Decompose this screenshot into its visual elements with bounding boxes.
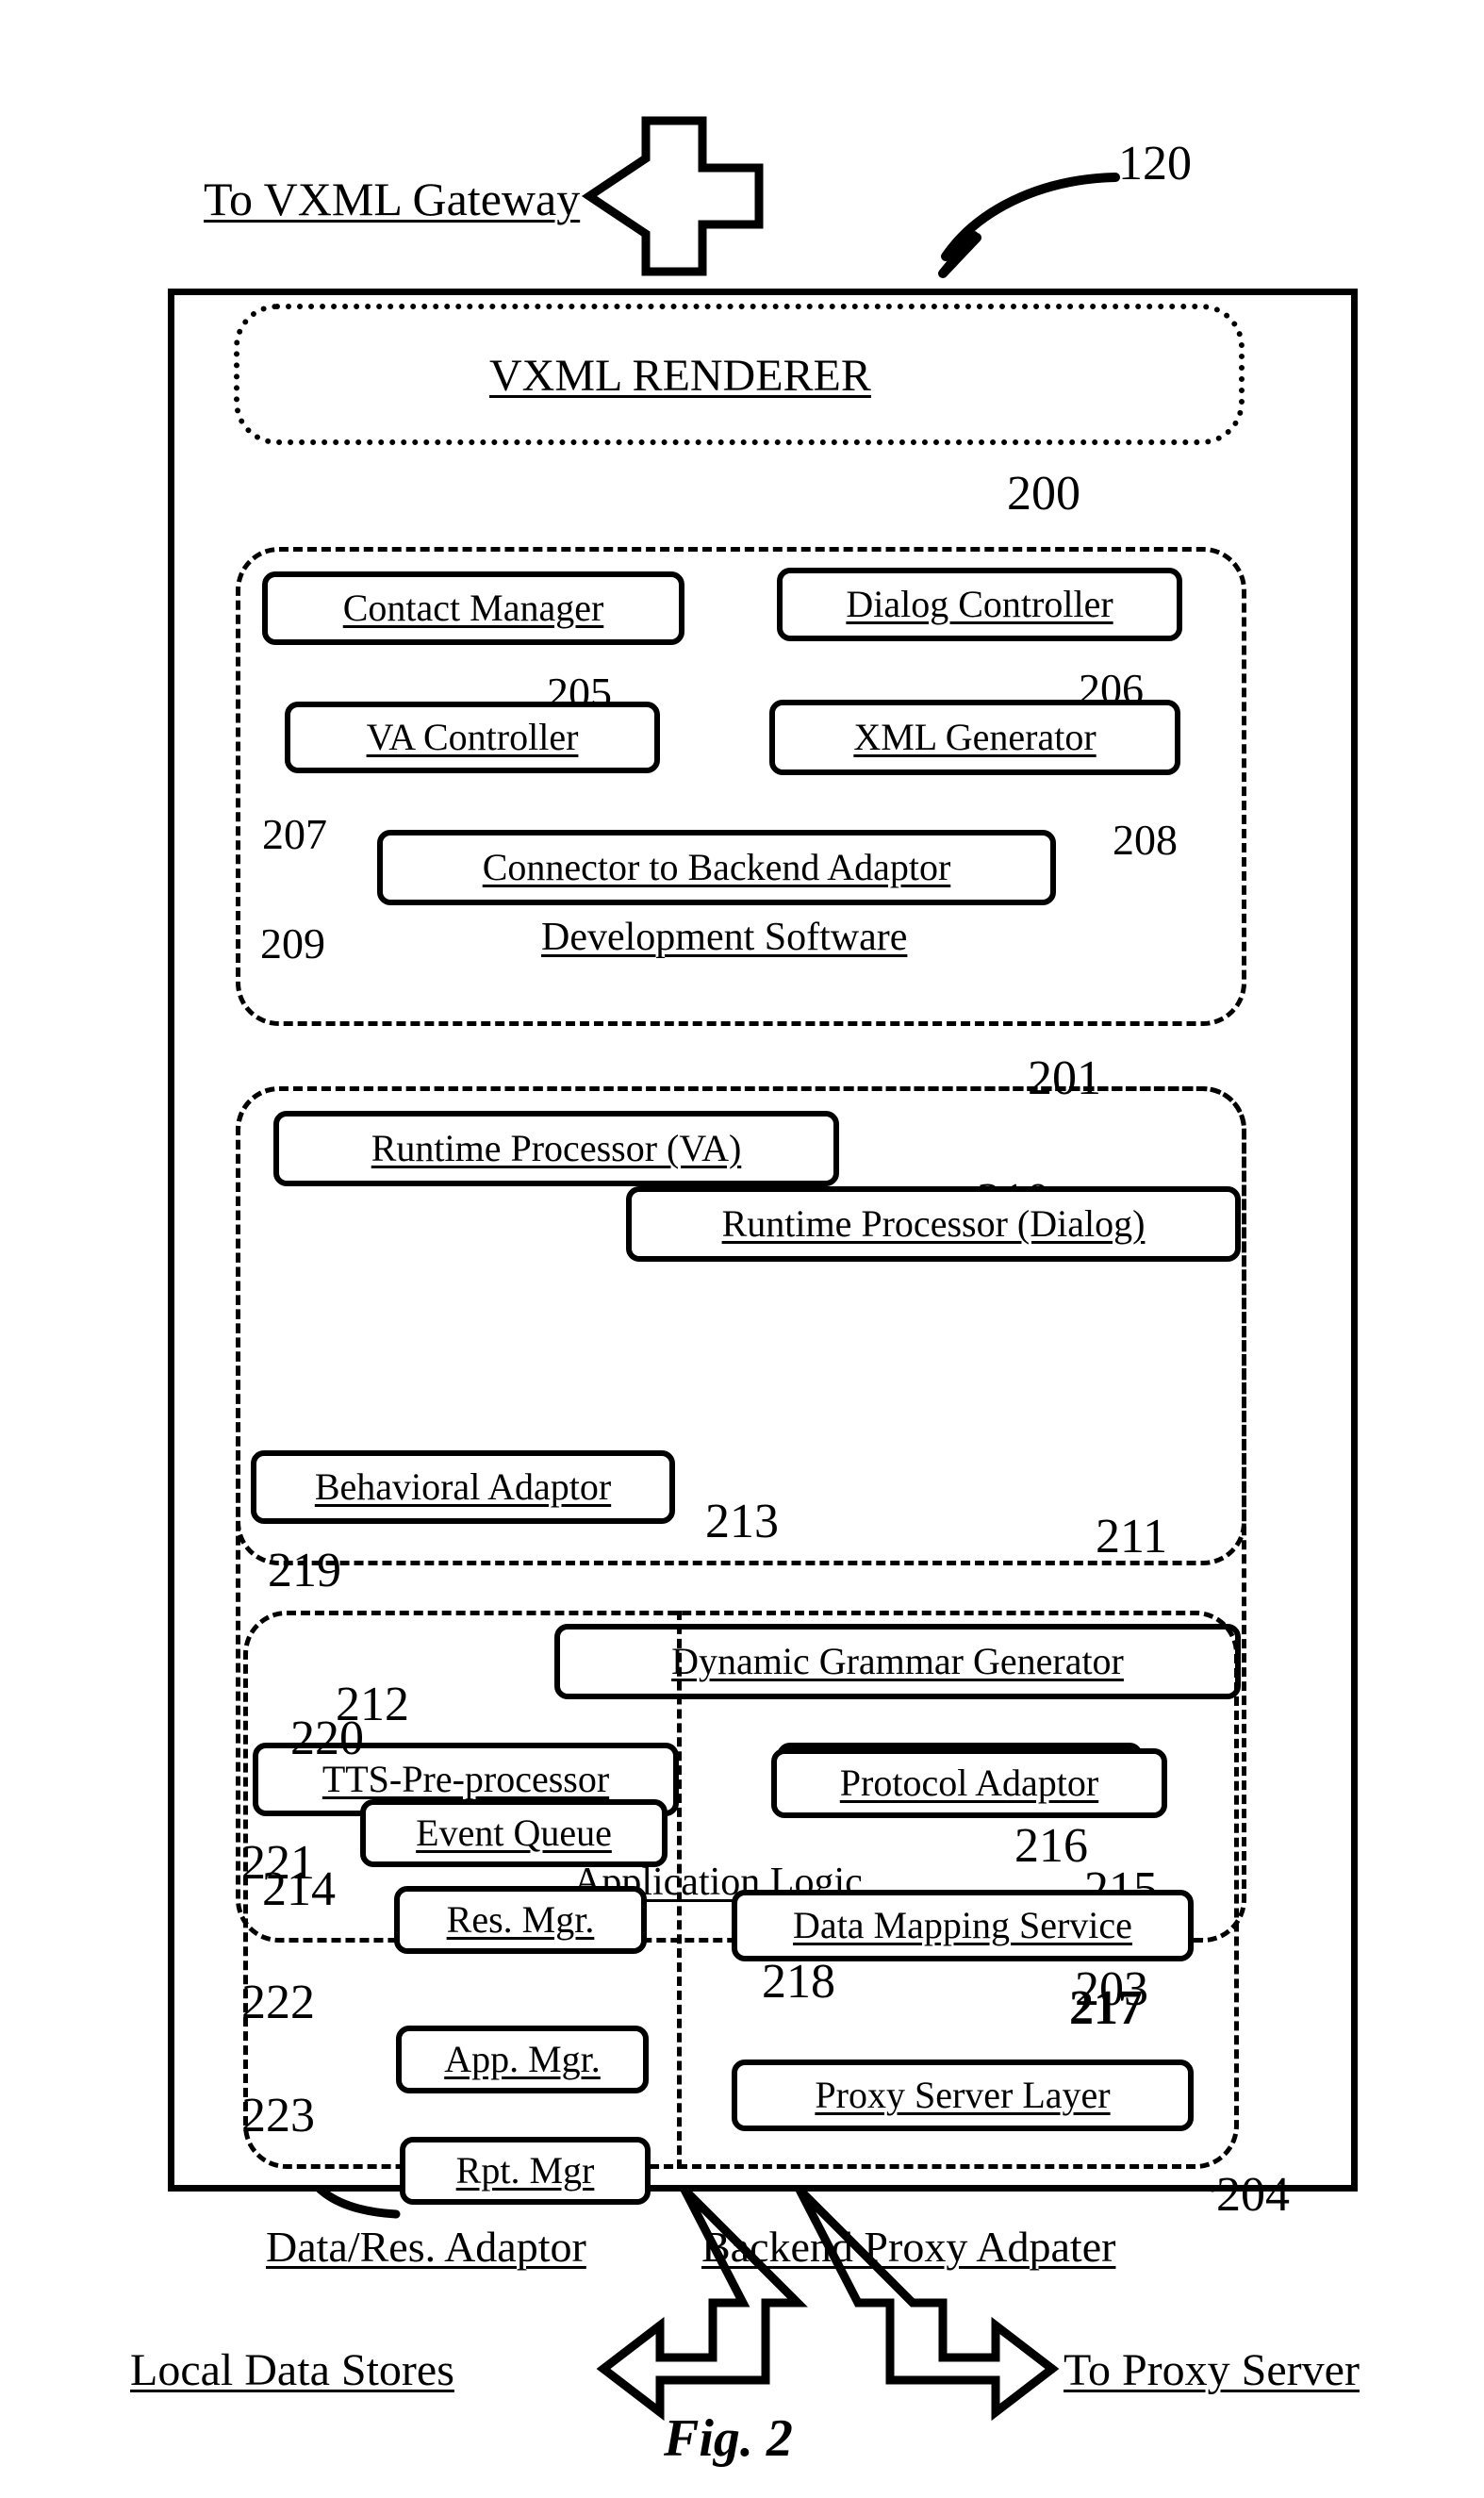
box-contact-manager-label: Contact Manager: [342, 587, 604, 629]
boundary-label-local-data-stores: Local Data Stores: [130, 2345, 454, 2395]
box-rpt-mgr[interactable]: Rpt. Mgr: [400, 2137, 651, 2205]
ref-216: 216: [1014, 1819, 1088, 1873]
box-xml-generator-label: XML Generator: [853, 716, 1097, 758]
box-data-mapping-service[interactable]: Data Mapping Service: [732, 1890, 1194, 1961]
ref-223: 223: [241, 2089, 315, 2142]
box-runtime-processor-dialog-label: Runtime Processor (Dialog): [721, 1202, 1146, 1245]
ref-209: 209: [260, 919, 325, 968]
box-runtime-processor-dialog[interactable]: Runtime Processor (Dialog): [626, 1186, 1241, 1262]
box-app-mgr-label: App. Mgr.: [444, 2038, 601, 2080]
box-runtime-processor-va[interactable]: Runtime Processor (VA): [273, 1111, 839, 1186]
section-title-development-software: Development Software: [541, 916, 908, 959]
arrow-to-vxml-gateway: [581, 116, 764, 276]
ref-208: 208: [1113, 816, 1178, 864]
box-proxy-server-layer[interactable]: Proxy Server Layer: [732, 2060, 1194, 2131]
box-rpt-mgr-label: Rpt. Mgr: [455, 2149, 595, 2192]
box-behavioral-adaptor-label: Behavioral Adaptor: [314, 1465, 612, 1508]
box-protocol-adaptor[interactable]: Protocol Adaptor: [771, 1748, 1167, 1818]
box-xml-generator[interactable]: XML Generator: [769, 700, 1180, 775]
box-va-controller-label: VA Controller: [366, 716, 579, 758]
box-event-queue[interactable]: Event Queue: [360, 1799, 668, 1867]
ref-222: 222: [241, 1976, 315, 2029]
ref-219: 219: [268, 1544, 341, 1597]
box-va-controller[interactable]: VA Controller: [285, 702, 660, 773]
box-res-mgr-label: Res. Mgr.: [446, 1898, 595, 1941]
ref-204: 204: [1216, 2168, 1290, 2222]
box-dialog-controller[interactable]: Dialog Controller: [777, 568, 1182, 641]
box-connector-to-backend-adaptor-label: Connector to Backend Adaptor: [482, 846, 951, 888]
ref-200: 200: [1007, 467, 1080, 521]
box-runtime-processor-va-label: Runtime Processor (VA): [371, 1127, 742, 1169]
ref-213: 213: [705, 1495, 779, 1548]
box-dialog-controller-label: Dialog Controller: [846, 583, 1113, 625]
figure-caption: Fig. 2: [664, 2409, 793, 2468]
ref-207: 207: [262, 810, 327, 858]
ref-218: 218: [762, 1955, 835, 2009]
boundary-label-to-vxml-gateway: To VXML Gateway: [204, 173, 581, 225]
section-title-backend-proxy-adapter: Backend Proxy Adpater: [701, 2223, 1116, 2271]
section-title-vxml-renderer: VXML RENDERER: [489, 351, 871, 401]
ref-220: 220: [290, 1712, 364, 1765]
box-behavioral-adaptor[interactable]: Behavioral Adaptor: [251, 1450, 675, 1524]
box-data-mapping-service-label: Data Mapping Service: [793, 1904, 1132, 1946]
box-res-mgr[interactable]: Res. Mgr.: [394, 1886, 647, 1954]
section-title-data-res-adaptor: Data/Res. Adaptor: [266, 2223, 586, 2271]
ref-211: 211: [1096, 1510, 1168, 1563]
adaptor-layer-panel-divider: [677, 1611, 682, 2169]
figure-canvas: To VXML Gateway 120 VXML RENDERER 200 Co…: [0, 0, 1484, 2498]
box-event-queue-label: Event Queue: [416, 1811, 612, 1854]
box-protocol-adaptor-label: Protocol Adaptor: [839, 1762, 1099, 1804]
ref-120: 120: [1118, 137, 1192, 190]
box-proxy-server-layer-label: Proxy Server Layer: [815, 2074, 1111, 2116]
ref-217: 217: [1069, 1981, 1143, 2035]
ref-221: 221: [241, 1836, 315, 1890]
boundary-label-to-proxy-server: To Proxy Server: [1064, 2345, 1360, 2395]
box-contact-manager[interactable]: Contact Manager: [262, 571, 684, 645]
box-connector-to-backend-adaptor[interactable]: Connector to Backend Adaptor: [377, 830, 1056, 905]
box-app-mgr[interactable]: App. Mgr.: [396, 2026, 649, 2093]
